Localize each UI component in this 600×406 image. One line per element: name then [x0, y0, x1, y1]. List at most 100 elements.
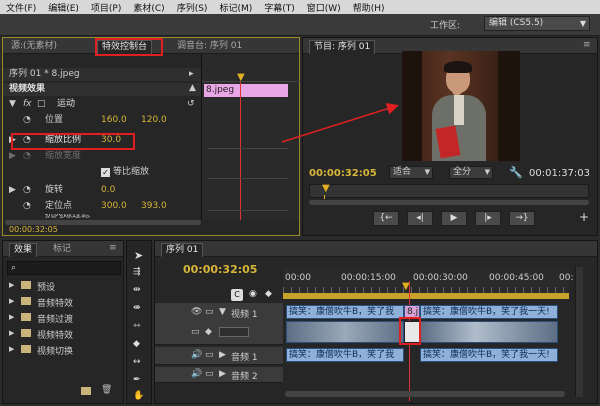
workspace-select[interactable]: 编辑 (CS5.5) ▼ — [484, 16, 590, 31]
video-clip-thumbnails[interactable] — [420, 321, 558, 343]
add-icon[interactable]: + — [579, 210, 589, 224]
track-select-tool-icon[interactable]: ⇶ — [133, 267, 141, 277]
new-folder-icon[interactable] — [81, 387, 91, 395]
expand-icon[interactable]: ▶ — [9, 329, 14, 337]
expand-motion-icon[interactable]: ▼ — [9, 98, 16, 111]
effects-search-input[interactable]: ⌕ — [7, 261, 121, 275]
image-clip[interactable]: 8.jp — [404, 305, 420, 319]
menu-project[interactable]: 项目(P) — [85, 1, 127, 14]
reset-icon[interactable]: ↺ — [187, 98, 195, 111]
ripple-edit-tool-icon[interactable]: ⇹ — [133, 285, 141, 295]
slip-tool-icon[interactable]: ↔ — [133, 357, 141, 367]
effects-list-item[interactable]: ▶ 音频过渡 — [3, 311, 123, 327]
audio-clip[interactable]: 搞笑：康僧吹牛B，笑了我一天! — [420, 348, 558, 362]
program-scrubber[interactable]: ▼ — [309, 183, 589, 199]
expand-icon[interactable]: ▶ — [9, 184, 16, 197]
ec-timecode[interactable]: 00:00:32:05 — [9, 225, 58, 234]
effects-list-item[interactable]: ▶ 视频切换 — [3, 343, 123, 359]
scale-value[interactable]: 30.0 — [101, 134, 121, 147]
tab-sequence[interactable]: 序列 01 — [161, 243, 204, 257]
keyframe-toggle-icon[interactable]: ◆ — [205, 327, 212, 337]
play-button[interactable]: ▶ — [441, 211, 467, 226]
rate-stretch-tool-icon[interactable]: ⇿ — [133, 321, 141, 331]
lock-icon[interactable]: ▭ — [205, 369, 214, 379]
rotation-value[interactable]: 0.0 — [101, 184, 115, 197]
panel-menu-icon[interactable]: ≡ — [583, 40, 591, 50]
timeline-timecode[interactable]: 00:00:32:05 — [183, 263, 257, 276]
program-current-timecode[interactable]: 00:00:32:05 — [309, 168, 377, 179]
image-clip-thumbnail[interactable] — [404, 321, 420, 343]
expand-icon[interactable]: ▶ — [219, 350, 226, 360]
menu-help[interactable]: 帮助(H) — [347, 1, 391, 14]
step-back-button[interactable]: ◂| — [407, 211, 433, 226]
marker-icon[interactable]: ◉ — [249, 289, 257, 299]
motion-toggle-icon[interactable]: □ — [37, 98, 46, 111]
trash-icon[interactable]: 🗑 — [101, 385, 112, 395]
stopwatch-icon[interactable]: ◔ — [23, 114, 31, 127]
play-arrow-icon[interactable]: ▸ — [189, 68, 194, 81]
timeline-vertical-scrollbar[interactable] — [575, 267, 583, 397]
menu-edit[interactable]: 编辑(E) — [42, 1, 85, 14]
tab-source[interactable]: 源:(无素材) — [7, 40, 61, 54]
display-style-icon[interactable]: ▭ — [191, 327, 200, 337]
tab-effects[interactable]: 效果 — [9, 243, 38, 257]
scroll-up-icon[interactable]: ▲ — [189, 83, 196, 93]
expand-icon[interactable]: ▶ — [9, 313, 14, 321]
expand-icon[interactable]: ▶ — [9, 134, 16, 147]
menu-file[interactable]: 文件(F) — [0, 1, 42, 14]
anchor-x[interactable]: 300.0 — [101, 200, 127, 213]
hand-tool-icon[interactable]: ✋ — [133, 391, 144, 401]
tab-program[interactable]: 节目: 序列 01 — [309, 40, 376, 54]
stopwatch-icon[interactable]: ◔ — [23, 134, 31, 147]
stopwatch-icon[interactable]: ◔ — [23, 200, 31, 213]
keyframe-icon[interactable]: ◆ — [265, 289, 272, 299]
timeline-scrollbar[interactable] — [285, 391, 565, 397]
effects-list-item[interactable]: ▶ 视频特效 — [3, 327, 123, 343]
snap-icon[interactable]: C — [231, 289, 243, 301]
uniform-scale-checkbox[interactable]: ✓ — [101, 168, 110, 177]
tab-effect-controls[interactable]: 特效控制台 — [97, 40, 153, 54]
expand-icon[interactable]: ▶ — [9, 345, 14, 353]
panel-menu-icon[interactable]: ≡ — [109, 243, 117, 253]
pen-tool-icon[interactable]: ✒ — [133, 375, 141, 385]
video-clip-thumbnails[interactable] — [286, 321, 404, 343]
rolling-edit-tool-icon[interactable]: ⇼ — [133, 303, 141, 313]
razor-tool-icon[interactable]: ◆ — [133, 339, 140, 349]
speaker-icon[interactable]: 🔊 — [191, 350, 202, 360]
audio-clip[interactable]: 搞笑：康僧吹牛B，笑了我 — [286, 348, 404, 362]
menu-marker[interactable]: 标记(M) — [213, 1, 258, 14]
effects-list-item[interactable]: ▶ 预设 — [3, 279, 123, 295]
anchor-y[interactable]: 393.0 — [141, 200, 167, 213]
lock-icon[interactable]: ▭ — [205, 307, 214, 317]
step-forward-frame-button[interactable]: →} — [509, 211, 535, 226]
expand-icon[interactable]: ▶ — [219, 369, 226, 379]
position-x[interactable]: 160.0 — [101, 114, 127, 127]
selection-tool-icon[interactable]: ➤ — [134, 249, 143, 262]
tab-audio-mixer[interactable]: 调音台: 序列 01 — [173, 40, 246, 54]
menu-sequence[interactable]: 序列(S) — [171, 1, 214, 14]
tab-markers[interactable]: 标记 — [49, 243, 75, 257]
expand-icon[interactable]: ▼ — [219, 307, 226, 317]
expand-icon[interactable]: ▶ — [9, 281, 14, 289]
menu-title[interactable]: 字幕(T) — [258, 1, 301, 14]
fit-select[interactable]: 适合 ▼ — [389, 166, 433, 179]
step-back-frame-button[interactable]: {← — [373, 211, 399, 226]
eye-icon[interactable]: 👁 — [191, 307, 202, 317]
step-forward-button[interactable]: |▸ — [475, 211, 501, 226]
expand-icon[interactable]: ▶ — [9, 297, 14, 305]
video-clip[interactable]: 搞笑：康僧吹牛B，笑了我一天! — [420, 305, 558, 319]
effects-list-item[interactable]: ▶ 音频特效 — [3, 295, 123, 311]
lock-icon[interactable]: ▭ — [205, 350, 214, 360]
position-y[interactable]: 120.0 — [141, 114, 167, 127]
menu-clip[interactable]: 素材(C) — [127, 1, 170, 14]
keyframe-nav[interactable] — [219, 327, 249, 337]
menu-window[interactable]: 窗口(W) — [301, 1, 347, 14]
ec-clip[interactable]: 8.jpeg — [204, 84, 288, 97]
work-area-bar[interactable] — [283, 293, 569, 299]
stopwatch-icon[interactable]: ◔ — [23, 184, 31, 197]
wrench-icon[interactable]: 🔧 — [509, 166, 523, 179]
speaker-icon[interactable]: 🔊 — [191, 369, 202, 379]
quality-select[interactable]: 全分 ▼ — [449, 166, 493, 179]
video-clip[interactable]: 搞笑：康僧吹牛B，笑了我 — [286, 305, 404, 319]
playhead-icon[interactable]: ▼ — [322, 183, 330, 194]
